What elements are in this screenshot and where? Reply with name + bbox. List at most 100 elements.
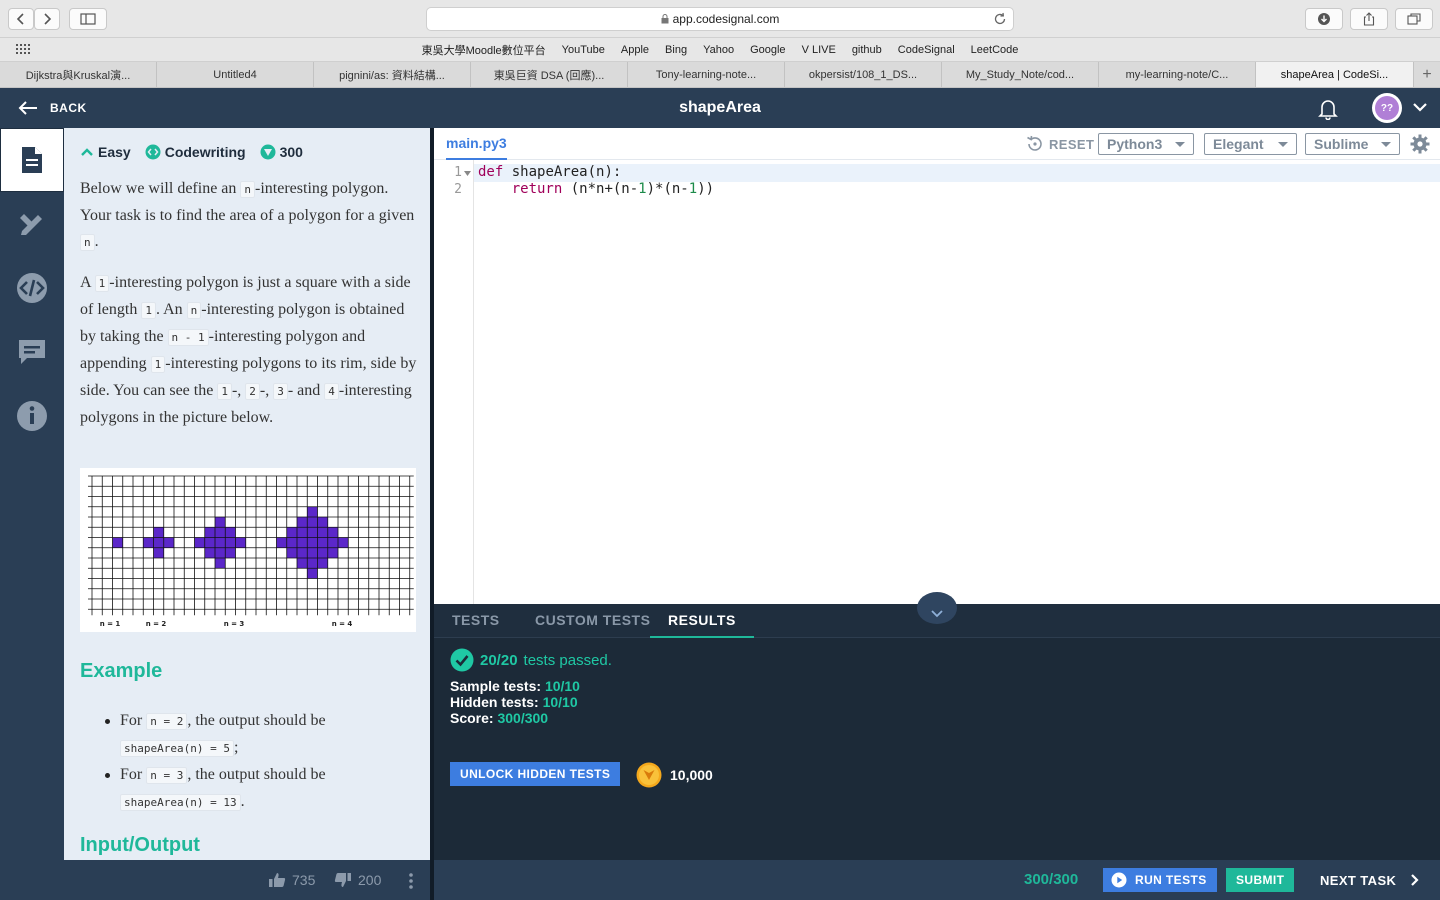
text: . An [155,301,187,318]
chevron-up-icon [81,148,93,156]
rail-description-button[interactable] [0,128,64,192]
dislikes-count: 200 [358,872,382,888]
polygon-cell [276,537,287,548]
description-footer: 735 200 [0,860,430,900]
polygon-cell [112,537,123,548]
tab-tests[interactable]: TESTS [452,604,500,638]
inline-code: n - 1 [167,329,209,346]
run-tests-button[interactable]: RUN TESTS [1103,868,1217,892]
share-button[interactable] [1350,8,1388,30]
bell-icon[interactable] [1318,98,1338,120]
rail-code-button[interactable] [0,256,64,320]
browser-tab[interactable]: Untitled4 [157,62,314,87]
rail-discussion-button[interactable] [0,320,64,384]
polygon-cell [317,527,328,538]
tab-custom-tests[interactable]: CUSTOM TESTS [535,604,650,638]
reset-button[interactable]: RESET [1026,135,1094,153]
text: -, [259,382,274,399]
code-editor[interactable]: 1 2 def shapeArea(n): return (n*n+(n-1)*… [434,160,1440,604]
code-number: 1 [638,181,647,197]
tabs-icon [1407,13,1421,25]
collapse-panel-button[interactable] [917,592,957,624]
chevron-left-icon [16,13,24,25]
list-item: For n = 2, the output should be shapeArea… [80,708,420,762]
url-text: app.codesignal.com [672,12,780,26]
polygon-cell [204,547,215,558]
text: For [120,712,147,729]
arrow-left-icon [18,101,37,115]
text: For [120,766,147,783]
favorite-link[interactable]: YouTube [562,44,605,56]
polygon-cell [215,547,226,558]
text: - and [287,382,325,399]
tab-overview-button[interactable] [1395,8,1433,30]
tab-results[interactable]: RESULTS [650,604,754,638]
thumbs-down-icon [334,873,351,887]
fold-arrow-icon[interactable] [464,171,471,176]
favorite-link[interactable]: LeetCode [971,44,1019,56]
hidden-tests-stat: Hidden tests: 10/10 [450,694,578,710]
score-display: 300/300 [1024,871,1079,888]
downloads-button[interactable] [1305,8,1343,30]
rail-tools-button[interactable] [0,192,64,256]
browser-tab-active[interactable]: shapeArea | CodeSi... [1256,62,1414,87]
language-select[interactable]: Python3 [1098,133,1194,155]
browser-tab[interactable]: Dijkstra與Kruskal演... [0,62,157,87]
polygon-cell [307,547,318,558]
favorite-link[interactable]: Yahoo [703,44,734,56]
browser-tab[interactable]: pignini/as: 資料結構... [314,62,471,87]
theme-select[interactable]: Elegant [1204,133,1297,155]
left-rail [0,128,64,860]
downvote-button[interactable]: 200 [334,860,381,900]
favorite-link[interactable]: Google [750,44,785,56]
polygon-cell [307,506,318,517]
favorite-link[interactable]: github [852,44,882,56]
reset-label: RESET [1049,136,1095,152]
browser-tab[interactable]: my-learning-note/C... [1099,62,1256,87]
polygon-cell [215,527,226,538]
text: . [94,233,99,250]
polygon-cell [307,537,318,548]
gear-icon[interactable] [1410,134,1430,154]
favorite-link[interactable]: V LIVE [802,44,836,56]
address-bar[interactable]: app.codesignal.com [426,7,1014,31]
polygon-cell [307,558,318,569]
submit-button[interactable]: SUBMIT [1226,868,1295,892]
download-icon [1318,13,1330,25]
caret-down-icon [1278,141,1288,147]
caret-down-icon [1175,141,1185,147]
new-tab-button[interactable]: + [1414,62,1440,87]
polygon-cell [286,537,297,548]
reload-icon[interactable] [993,12,1007,26]
favorite-link[interactable]: 東吳大學Moodle數位平台 [422,42,546,58]
difficulty-label: Easy [98,144,131,160]
code-text: )*(n- [646,181,689,197]
browser-forward-button[interactable] [34,8,60,30]
chevron-down-icon[interactable] [1412,101,1428,113]
favorite-link[interactable]: Bing [665,44,687,56]
browser-toolbar: app.codesignal.com [0,0,1440,38]
run-tests-label: RUN TESTS [1135,873,1207,887]
task-description-panel: Easy Codewriting 300 Below we will defin… [64,128,430,860]
more-vertical-icon[interactable] [408,872,414,890]
keymap-select[interactable]: Sublime [1305,133,1400,155]
back-button[interactable]: BACK [18,88,87,128]
browser-back-button[interactable] [8,8,34,30]
info-icon [17,401,47,431]
code-text: (n*n+(n- [562,181,639,197]
browser-tab[interactable]: Tony-learning-note... [628,62,785,87]
upvote-button[interactable]: 735 [268,860,315,900]
browser-tab[interactable]: 東吳巨資 DSA (回應)... [471,62,628,87]
favorite-link[interactable]: CodeSignal [898,44,955,56]
sidebar-toggle-button[interactable] [69,8,107,30]
avatar[interactable]: ?? [1372,93,1402,123]
lock-icon [661,14,669,24]
next-task-button[interactable]: NEXT TASK [1320,860,1419,900]
file-tab[interactable]: main.py3 [446,128,507,160]
favorite-link[interactable]: Apple [621,44,649,56]
browser-tab[interactable]: okpersist/108_1_DS... [785,62,942,87]
rail-info-button[interactable] [0,384,64,448]
browser-tab[interactable]: My_Study_Note/cod... [942,62,1099,87]
unlock-hidden-tests-button[interactable]: UNLOCK HIDDEN TESTS [450,762,621,786]
chat-icon [19,340,45,364]
